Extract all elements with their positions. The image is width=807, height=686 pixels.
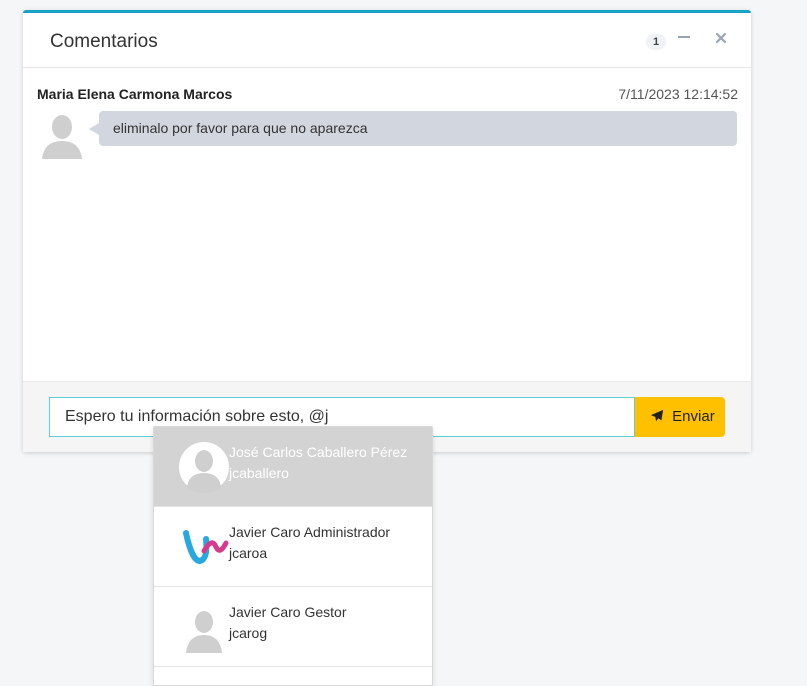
mention-username: jcaroa <box>229 545 268 561</box>
brand-logo-icon <box>178 521 230 573</box>
mention-name: José Carlos Caballero Pérez <box>229 444 408 460</box>
user-placeholder-icon <box>40 111 84 159</box>
message-timestamp: 7/11/2023 12:14:52 <box>618 86 738 102</box>
mention-option[interactable]: Javier Caro Gestor jcarog <box>154 587 432 667</box>
mention-name: Javier Caro Gestor <box>229 604 347 620</box>
minus-icon[interactable] <box>674 29 694 49</box>
mention-option[interactable]: Javier Caro Administrador jcaroa <box>154 507 432 587</box>
mention-name: Javier Caro Administrador <box>229 524 391 540</box>
comments-panel: Comentarios 1 Maria Elena Carmona Marcos… <box>23 10 751 452</box>
send-button-label: Enviar <box>672 408 715 425</box>
panel-title: Comentarios <box>50 31 158 52</box>
mention-option[interactable]: José Carlos Caballero Pérez jcaballero <box>154 427 432 507</box>
mention-username: jcarog <box>229 625 268 641</box>
send-button[interactable]: Enviar <box>635 397 725 437</box>
close-icon[interactable] <box>711 29 731 49</box>
paper-plane-icon <box>650 408 672 425</box>
panel-header: Comentarios 1 <box>23 13 751 68</box>
mention-suggestions: José Carlos Caballero Pérez jcaballero J… <box>153 426 433 686</box>
resize-handle-icon[interactable] <box>623 425 632 434</box>
user-placeholder-icon <box>178 601 230 653</box>
user-placeholder-icon <box>178 441 230 494</box>
message-author: Maria Elena Carmona Marcos <box>37 86 233 102</box>
comment-input-value: Espero tu información sobre esto, @j <box>65 408 329 425</box>
messages-area: Maria Elena Carmona Marcos 7/11/2023 12:… <box>23 69 751 384</box>
message-bubble: eliminalo por favor para que no aparezca <box>89 111 737 146</box>
comment-count-badge: 1 <box>646 34 666 50</box>
mention-username: jcaballero <box>229 465 289 481</box>
